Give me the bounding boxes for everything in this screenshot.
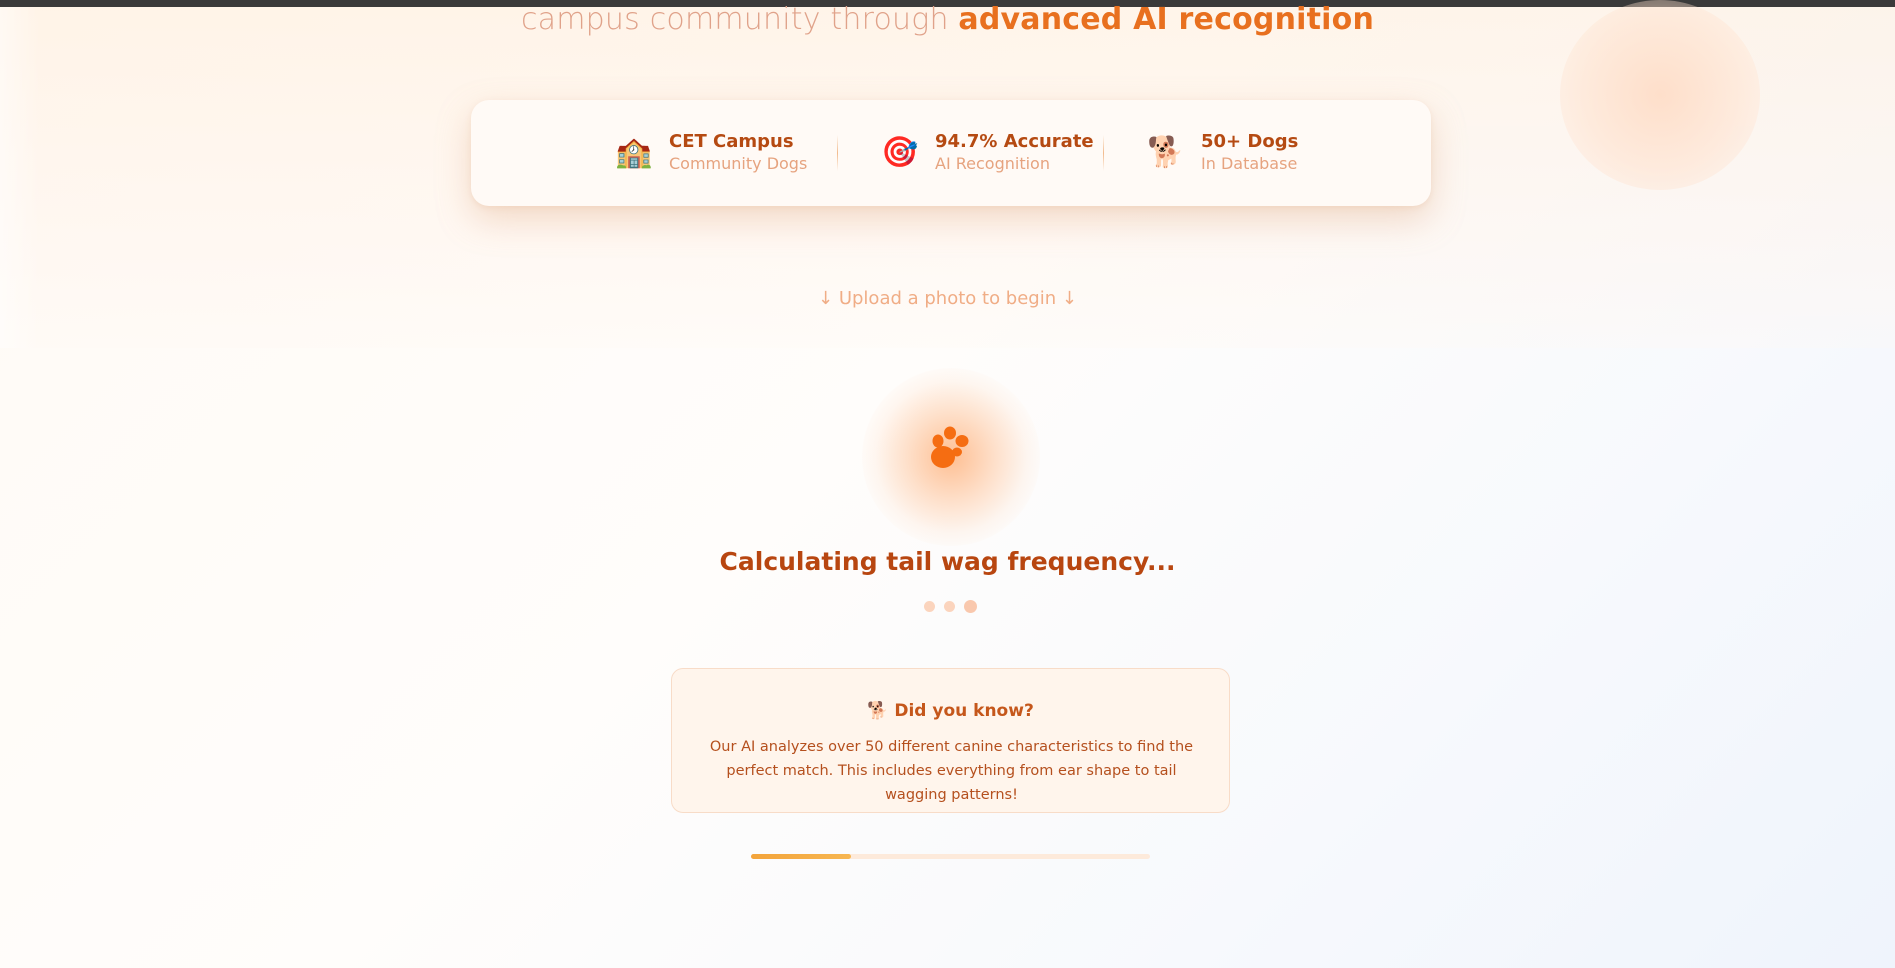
dog-icon: 🐕	[867, 701, 889, 721]
fun-fact-title-text: Did you know?	[894, 701, 1034, 721]
dog-icon: 🐕	[1147, 135, 1185, 170]
stat-divider	[1103, 135, 1104, 171]
stat-accuracy: 🎯 94.7% Accurate AI Recognition	[881, 100, 1094, 206]
hero-subtitle-plain: campus community through	[520, 2, 949, 37]
loading-message: Calculating tail wag frequency...	[719, 547, 1176, 576]
stat-campus-title: CET Campus	[669, 131, 794, 152]
school-icon: 🏫	[615, 135, 653, 170]
loading-dot	[944, 601, 955, 612]
hero-subtitle: campus community through advanced AI rec…	[0, 2, 1895, 37]
target-icon: 🎯	[881, 135, 919, 170]
stat-dogs-subtitle: In Database	[1201, 154, 1298, 173]
stat-dogs: 🐕 50+ Dogs In Database	[1147, 100, 1298, 206]
stat-dogs-title: 50+ Dogs	[1201, 131, 1299, 152]
fun-fact-card: 🐕 Did you know? Our AI analyzes over 50 d…	[671, 668, 1230, 813]
fun-fact-title: 🐕 Did you know?	[672, 701, 1229, 721]
hero-subtitle-highlight: advanced AI recognition	[958, 2, 1374, 37]
paw-icon	[931, 426, 969, 468]
loading-progress-bar	[751, 854, 1150, 859]
stat-campus-subtitle: Community Dogs	[669, 154, 808, 173]
stat-accuracy-title: 94.7% Accurate	[935, 131, 1094, 152]
fun-fact-body: Our AI analyzes over 50 different canine…	[709, 739, 1194, 803]
stat-divider	[837, 135, 838, 171]
stat-accuracy-subtitle: AI Recognition	[935, 154, 1050, 173]
stats-card: 🏫 CET Campus Community Dogs 🎯 94.7% Accu…	[471, 100, 1431, 206]
stat-campus: 🏫 CET Campus Community Dogs	[615, 100, 807, 206]
loading-dot	[964, 600, 977, 613]
loading-progress-fill	[751, 854, 851, 859]
upload-hint: ↓ Upload a photo to begin ↓	[818, 288, 1077, 309]
loading-dot	[924, 601, 935, 612]
loading-dots	[924, 600, 984, 614]
